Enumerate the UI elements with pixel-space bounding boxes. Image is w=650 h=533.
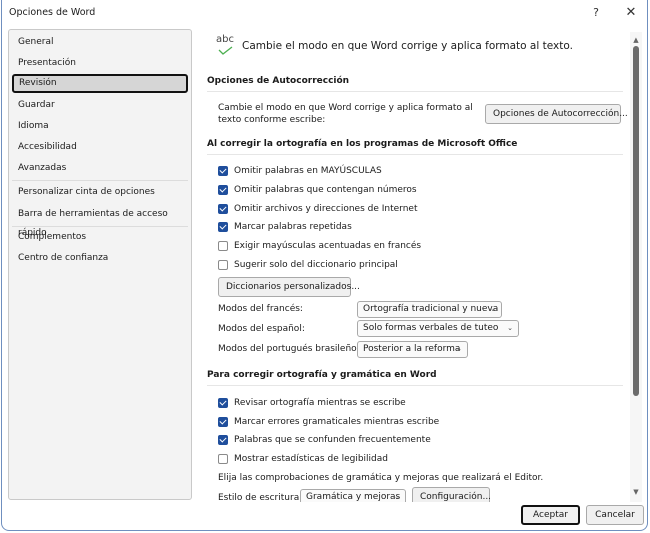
french-modes-select[interactable]: Ortografía tradicional y nueva ⌄ bbox=[357, 301, 502, 318]
close-button[interactable]: ✕ bbox=[619, 3, 643, 23]
scrollbar-thumb[interactable] bbox=[633, 46, 639, 396]
dialog-title: Opciones de Word bbox=[9, 7, 96, 18]
sidebar-item-centro-confianza[interactable]: Centro de confianza bbox=[12, 249, 188, 268]
checkbox[interactable] bbox=[218, 260, 228, 270]
section-heading-word-spelling: Para corregir ortografía y gramática en … bbox=[207, 370, 437, 380]
writing-settings-button[interactable]: Configuración... bbox=[412, 487, 491, 502]
checkbox-main-dictionary-only[interactable]: Sugerir solo del diccionario principal bbox=[218, 258, 398, 272]
sidebar-item-idioma[interactable]: Idioma bbox=[12, 117, 188, 136]
checkbox-ignore-numbers[interactable]: Omitir palabras que contengan números bbox=[218, 183, 417, 197]
section-heading-office-spelling: Al corregir la ortografía en los program… bbox=[207, 139, 518, 149]
spanish-modes-select[interactable]: Solo formas verbales de tuteo ⌄ bbox=[357, 320, 519, 337]
autocorrect-options-button[interactable]: Opciones de Autocorrección... bbox=[485, 104, 628, 124]
section-divider bbox=[207, 385, 623, 386]
sidebar-item-avanzadas[interactable]: Avanzadas bbox=[12, 159, 188, 178]
sidebar-item-general[interactable]: General bbox=[12, 33, 188, 52]
editor-description: Elija las comprobaciones de gramática y … bbox=[218, 473, 544, 483]
french-modes-label: Modos del francés: bbox=[218, 304, 303, 314]
portuguese-modes-select[interactable]: Posterior a la reforma ⌄ bbox=[357, 341, 468, 358]
sidebar-divider bbox=[12, 226, 188, 227]
section-divider bbox=[207, 91, 623, 92]
checkbox-confused-words[interactable]: Palabras que se confunden frecuentemente bbox=[218, 433, 431, 447]
checkbox[interactable] bbox=[218, 454, 228, 464]
help-button[interactable]: ? bbox=[584, 3, 608, 23]
checkbox-flag-repeated[interactable]: Marcar palabras repetidas bbox=[218, 220, 352, 234]
checkbox[interactable] bbox=[218, 241, 228, 251]
checkbox-french-accents[interactable]: Exigir mayúsculas acentuadas en francés bbox=[218, 239, 421, 253]
checkbox-mark-grammar[interactable]: Marcar errores gramaticales mientras esc… bbox=[218, 415, 439, 429]
section-heading-autocorrect: Opciones de Autocorrección bbox=[207, 76, 350, 86]
sidebar-item-accesibilidad[interactable]: Accesibilidad bbox=[12, 138, 188, 157]
content-scrollbar[interactable]: ▲ ▼ bbox=[630, 32, 642, 502]
sidebar-divider bbox=[12, 180, 188, 181]
portuguese-modes-label: Modos del portugués brasileño: bbox=[218, 344, 360, 354]
scroll-down-arrow-icon[interactable]: ▼ bbox=[632, 488, 640, 496]
chevron-down-icon: ⌄ bbox=[507, 324, 513, 332]
chevron-down-icon: ⌄ bbox=[394, 493, 400, 501]
sidebar-item-revision[interactable]: Revisión bbox=[12, 74, 188, 93]
checkbox[interactable] bbox=[218, 204, 228, 214]
sidebar-item-barra-acceso-rapido[interactable]: Barra de herramientas de acceso rápido bbox=[12, 205, 188, 238]
checkbox-ignore-internet[interactable]: Omitir archivos y direcciones de Interne… bbox=[218, 202, 417, 216]
scroll-up-arrow-icon[interactable]: ▲ bbox=[632, 36, 640, 44]
spanish-modes-label: Modos del español: bbox=[218, 324, 305, 334]
checkbox-ignore-uppercase[interactable]: Omitir palabras en MAYÚSCULAS bbox=[218, 164, 382, 178]
writing-style-label: Estilo de escritura: bbox=[218, 493, 303, 502]
chevron-down-icon: ⌄ bbox=[490, 305, 496, 313]
title-bar: Opciones de Word ? ✕ bbox=[2, 0, 647, 26]
ok-button[interactable]: Aceptar bbox=[521, 505, 580, 525]
custom-dictionaries-button[interactable]: Diccionarios personalizados... bbox=[218, 277, 360, 297]
autocorrect-description: Cambie el modo en que Word corrige y apl… bbox=[218, 103, 473, 125]
section-divider bbox=[207, 154, 623, 155]
sidebar-item-complementos[interactable]: Complementos bbox=[12, 228, 188, 247]
content-pane: abc Cambie el modo en que Word corrige y… bbox=[202, 28, 630, 502]
chevron-down-icon: ⌄ bbox=[456, 345, 462, 353]
checkbox[interactable] bbox=[218, 185, 228, 195]
sidebar-item-personalizar-cinta[interactable]: Personalizar cinta de opciones bbox=[12, 183, 188, 202]
cancel-button[interactable]: Cancelar bbox=[586, 505, 644, 525]
checkbox[interactable] bbox=[218, 417, 228, 427]
checkbox-readability-stats[interactable]: Mostrar estadísticas de legibilidad bbox=[218, 452, 388, 466]
checkbox-check-spelling[interactable]: Revisar ortografía mientras se escribe bbox=[218, 396, 406, 410]
sidebar-item-guardar[interactable]: Guardar bbox=[12, 96, 188, 115]
checkbox[interactable] bbox=[218, 398, 228, 408]
writing-style-select[interactable]: Gramática y mejoras ⌄ bbox=[300, 489, 406, 502]
options-dialog: Opciones de Word ? ✕ General Presentació… bbox=[1, 0, 648, 531]
sidebar-item-presentacion[interactable]: Presentación bbox=[12, 54, 188, 73]
spellcheck-icon: abc bbox=[216, 34, 238, 60]
page-description: Cambie el modo en que Word corrige y apl… bbox=[242, 40, 573, 52]
checkbox[interactable] bbox=[218, 166, 228, 176]
checkbox[interactable] bbox=[218, 435, 228, 445]
checkbox[interactable] bbox=[218, 222, 228, 232]
sidebar: General Presentación Revisión Guardar Id… bbox=[8, 29, 192, 500]
